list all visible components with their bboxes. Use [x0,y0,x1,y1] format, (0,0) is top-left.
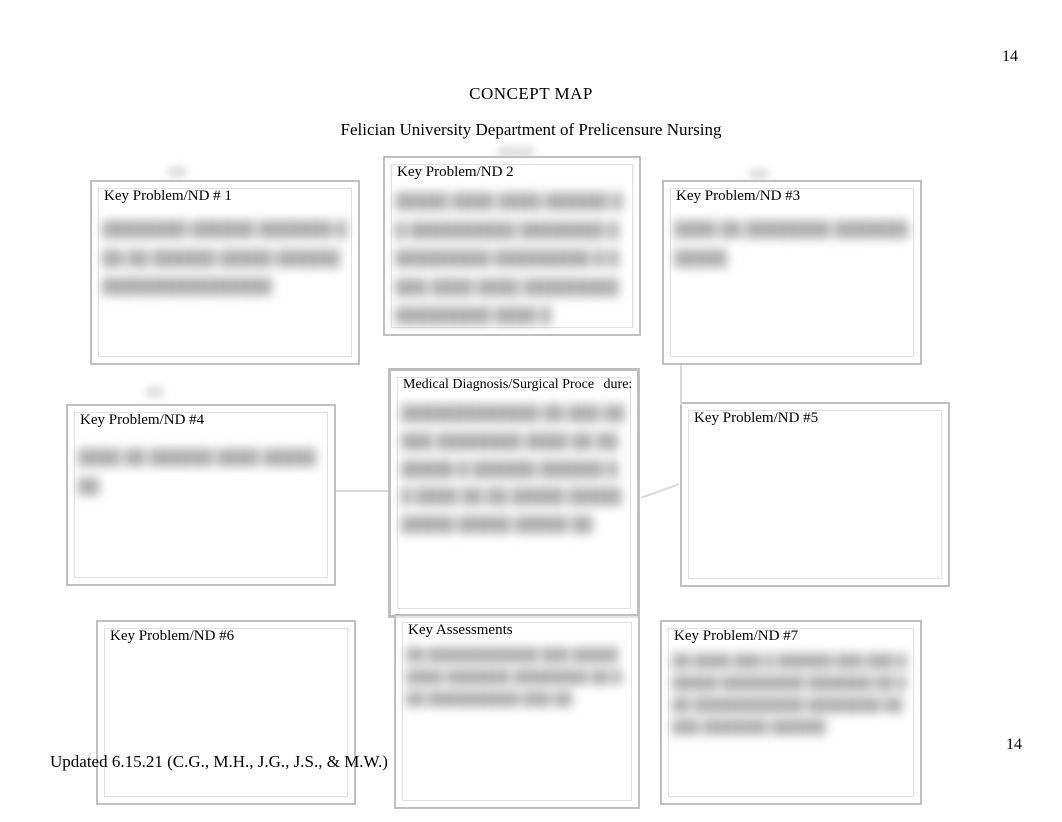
blurred-content: ████ ██ ██████ ████ ███████ [78,444,324,501]
page-subtitle: Felician University Department of Prelic… [0,120,1062,140]
blurred-content: █████████████ ██ ███ █████ ████████ ████… [401,401,627,540]
blurred-content: ██ ████████████ ███ █████ ████ ███████ █… [406,644,628,710]
nd6-label: Key Problem/ND #6 [110,628,234,645]
blurred-content: ████ ██ ████████ ███████ █████ [674,216,910,273]
nd7-label: Key Problem/ND #7 [674,628,798,645]
page-number-bottom: 14 [1006,736,1022,754]
medical-diagnosis-label: Medical Diagnosis/Surgical Proce dure: [403,377,632,393]
concept-box-medical-diagnosis: Medical Diagnosis/Surgical Proce dure: █… [388,368,640,618]
concept-box-nd1: Key Problem/ND # 1 ████████ ██████ █████… [90,180,360,365]
blurred-content: ████████ ██████ ███████ ███ ██ ██████ ██… [102,216,348,302]
page-title: CONCEPT MAP [0,84,1062,104]
concept-box-nd7: Key Problem/ND #7 ██ ████ ███ █ ██████ █… [660,620,922,805]
page-number-top: 14 [1002,48,1018,66]
nd3-label: Key Problem/ND #3 [676,188,800,205]
nd5-label: Key Problem/ND #5 [694,410,818,427]
concept-box-nd5: Key Problem/ND #5 [680,402,950,587]
med-label-text: Medical Diagnosis/Surgical Proce [403,377,594,392]
med-label-extra: dure: [604,377,633,392]
footer-updated: Updated 6.15.21 (C.G., M.H., J.G., J.S.,… [50,752,388,772]
nd4-label: Key Problem/ND #4 [80,412,204,429]
nd1-label: Key Problem/ND # 1 [104,188,232,205]
concept-box-nd2: Key Problem/ND 2 █████ ████ ████ ██████ … [383,156,641,336]
nd2-label: Key Problem/ND 2 [397,164,514,181]
concept-box-key-assessments: Key Assessments ██ ████████████ ███ ████… [394,614,640,809]
key-assessments-label: Key Assessments [408,622,513,639]
blurred-tag: ## [146,382,164,403]
concept-box-nd3: Key Problem/ND #3 ████ ██ ████████ █████… [662,180,922,365]
concept-box-nd4: Key Problem/ND #4 ████ ██ ██████ ████ ██… [66,404,336,586]
blurred-content: ██ ████ ███ █ ██████ ███ ███ ██████ ████… [672,650,910,738]
blurred-content: █████ ████ ████ ██████ ██ ██████████ ███… [395,188,629,331]
concept-box-nd6: Key Problem/ND #6 [96,620,356,805]
